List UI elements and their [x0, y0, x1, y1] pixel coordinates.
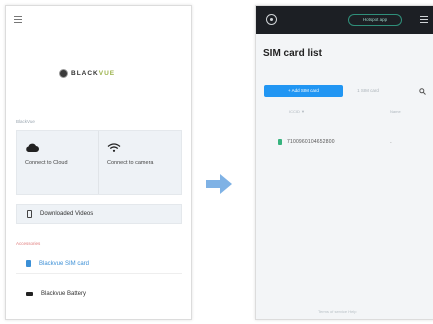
downloaded-videos-label: Downloaded Videos: [40, 211, 94, 217]
search-icon[interactable]: [419, 88, 426, 95]
phone-icon: [27, 210, 32, 218]
battery-icon: [26, 292, 33, 296]
section-label-accessories: Accessories: [16, 241, 41, 246]
connect-to-camera-tile[interactable]: Connect to camera: [99, 131, 181, 194]
right-arrow-icon: [206, 174, 232, 194]
sim-card-name: -: [390, 140, 392, 146]
logo-text: BLACKVUE: [71, 70, 116, 77]
sim-card-icon: [26, 260, 31, 267]
wifi-icon: [107, 143, 121, 152]
right-phone-screen: Hotspot app SIM card list + Add SIM card…: [255, 5, 433, 320]
hotspot-app-button[interactable]: Hotspot app: [348, 14, 402, 26]
page-title: SIM card list: [263, 48, 322, 59]
column-header-iccid[interactable]: ICCID ▼: [289, 109, 305, 114]
connect-to-cloud-label: Connect to Cloud: [25, 160, 68, 166]
sim-card-row[interactable]: 7100960104652800: [278, 139, 335, 145]
blackvue-sim-card-label: Blackvue SIM card: [39, 260, 90, 267]
blackvue-sim-card-item[interactable]: Blackvue SIM card: [16, 254, 182, 274]
left-phone-screen: BLACKVUE BlackVue Connect to Cloud Conne…: [5, 5, 192, 320]
top-bar: Hotspot app: [256, 6, 433, 34]
cloud-icon: [26, 143, 39, 152]
section-label-blackvue: BlackVue: [16, 119, 35, 124]
hamburger-menu-icon[interactable]: [420, 16, 428, 25]
blackvue-battery-item[interactable]: Blackvue Battery: [16, 284, 182, 304]
connect-to-camera-label: Connect to camera: [107, 160, 154, 166]
connect-to-cloud-tile[interactable]: Connect to Cloud: [17, 131, 99, 194]
blackvue-logo: BLACKVUE: [59, 69, 115, 78]
blackvue-battery-label: Blackvue Battery: [41, 291, 87, 297]
sim-type-filter[interactable]: 1 SIM card: [351, 85, 385, 97]
blackvue-logo-icon[interactable]: [266, 14, 277, 25]
sim-card-icon: [278, 139, 282, 145]
add-sim-card-button[interactable]: + Add SIM card: [264, 85, 343, 97]
footer-links[interactable]: Terms of service Help: [318, 309, 356, 314]
hamburger-menu-icon[interactable]: [14, 16, 22, 23]
connect-tiles: Connect to Cloud Connect to camera: [16, 130, 182, 195]
downloaded-videos-item[interactable]: Downloaded Videos: [16, 204, 182, 224]
logo-text-accent: VUE: [98, 70, 116, 77]
logo-mark-icon: [59, 69, 68, 78]
column-header-name[interactable]: Name: [390, 109, 401, 114]
sim-card-number: 7100960104652800: [287, 139, 335, 145]
